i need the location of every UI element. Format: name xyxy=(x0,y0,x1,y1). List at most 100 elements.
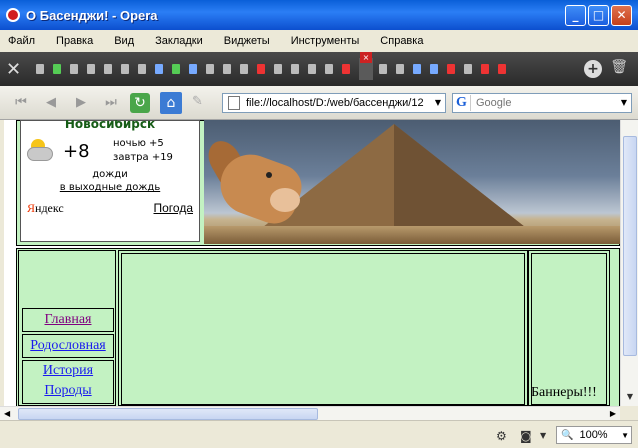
panel-icon[interactable] xyxy=(240,64,248,74)
panel-icon[interactable] xyxy=(413,64,421,74)
menu-bookmarks[interactable]: Закладки xyxy=(155,35,203,47)
rewind-icon[interactable]: ⏮ xyxy=(12,94,30,112)
horizontal-scrollbar[interactable]: ◀ ▶ xyxy=(0,406,620,420)
vertical-scrollbar[interactable]: ▼ xyxy=(620,120,638,406)
panel-icon[interactable] xyxy=(274,64,282,74)
panel-icon[interactable] xyxy=(257,64,265,74)
close-button[interactable]: ✕ xyxy=(611,5,632,26)
close-panel-icon[interactable]: × xyxy=(360,52,372,63)
panel-icon[interactable] xyxy=(379,64,387,74)
menu-tools[interactable]: Инструменты xyxy=(291,35,360,47)
weather-condition: дожди xyxy=(92,169,128,180)
customize-wrench-icon[interactable]: ✕ xyxy=(6,59,28,80)
panel-icon[interactable] xyxy=(172,64,180,74)
search-box[interactable]: G ▼ xyxy=(452,93,632,113)
reload-icon[interactable]: ↻ xyxy=(130,93,150,113)
menu-widgets[interactable]: Виджеты xyxy=(224,35,270,47)
weather-tomorrow: завтра +19 xyxy=(113,152,173,163)
back-icon[interactable]: ◀ xyxy=(42,94,60,112)
address-dropdown-icon[interactable]: ▼ xyxy=(431,94,445,112)
nav-link-history[interactable]: История Породы xyxy=(22,360,114,404)
status-bar: ⚙ ◙ ▼ 🔍 100% ▼ xyxy=(0,420,638,448)
scroll-down-icon[interactable]: ▼ xyxy=(623,390,637,404)
banner-column: Баннеры!!! xyxy=(528,250,610,406)
panel-icon[interactable] xyxy=(430,64,438,74)
panel-icon[interactable] xyxy=(53,64,61,74)
panel-icon[interactable] xyxy=(291,64,299,74)
scroll-right-icon[interactable]: ▶ xyxy=(610,407,616,421)
camera-icon[interactable]: ◙ xyxy=(520,429,532,443)
zoom-level: 100% xyxy=(579,429,608,441)
panel-toolbar: ✕ × + 🗑 xyxy=(0,52,638,86)
turbo-icon[interactable]: ⚙ xyxy=(496,429,507,443)
panel-icon[interactable] xyxy=(396,64,404,74)
search-dropdown-icon[interactable]: ▼ xyxy=(617,94,631,112)
panel-icon[interactable] xyxy=(223,64,231,74)
panel-icon[interactable] xyxy=(481,64,489,74)
fast-forward-icon[interactable]: ⏭ xyxy=(102,94,120,112)
search-input[interactable] xyxy=(476,97,616,109)
menu-help[interactable]: Справка xyxy=(380,35,423,47)
weather-city: Новосибирск xyxy=(64,120,156,131)
zoom-dropdown-icon[interactable]: ▼ xyxy=(621,431,629,440)
weather-night: ночью +5 xyxy=(113,138,164,149)
panel-icon[interactable] xyxy=(155,64,163,74)
weather-temperature: +8 xyxy=(63,140,90,162)
panel-icon[interactable] xyxy=(36,64,44,74)
nav-link-pedigree[interactable]: Родословная xyxy=(22,334,114,358)
panel-icon[interactable] xyxy=(498,64,506,74)
yandex-logo[interactable]: Яндекс xyxy=(27,201,64,216)
trash-icon[interactable]: 🗑 xyxy=(610,59,628,75)
title-bar: О Басенджи! - Opera _ □ ✕ xyxy=(0,0,638,30)
window-title: О Басенджи! - Opera xyxy=(26,7,158,23)
panel-icon[interactable] xyxy=(87,64,95,74)
panel-icon[interactable] xyxy=(325,64,333,74)
maximize-button[interactable]: □ xyxy=(588,5,609,26)
panel-icon[interactable] xyxy=(189,64,197,74)
address-url[interactable]: file://localhost/D:/web/бассенджи/12 xyxy=(246,97,426,109)
weather-forecast: ночью +5 завтра +19 xyxy=(113,137,173,165)
menu-bar: Файл Правка Вид Закладки Виджеты Инструм… xyxy=(0,30,638,52)
panel-icon[interactable] xyxy=(70,64,78,74)
panel-icon[interactable] xyxy=(308,64,316,74)
pyramid-shade-shape xyxy=(394,124,544,242)
panel-icon[interactable] xyxy=(206,64,214,74)
vertical-scroll-thumb[interactable] xyxy=(623,136,637,356)
weather-link[interactable]: Погода xyxy=(154,201,194,215)
web-page: Новосибирск +8 ночью +5 завтра +19 дожди… xyxy=(4,120,620,406)
panel-icon[interactable] xyxy=(104,64,112,74)
weather-temp-row: +8 ночью +5 завтра +19 xyxy=(27,137,193,165)
banners-text: Баннеры!!! xyxy=(531,385,597,400)
content-column xyxy=(118,250,528,406)
page-viewport: Новосибирск +8 ночью +5 завтра +19 дожди… xyxy=(0,120,620,406)
weather-weekend-link[interactable]: в выходные дождь xyxy=(27,182,193,193)
desert-ground xyxy=(204,226,620,244)
weather-widget: Новосибирск +8 ночью +5 завтра +19 дожди… xyxy=(20,120,200,242)
minimize-button[interactable]: _ xyxy=(565,5,586,26)
zoom-control[interactable]: 🔍 100% ▼ xyxy=(556,426,632,444)
menu-edit[interactable]: Правка xyxy=(56,35,93,47)
panel-icon[interactable] xyxy=(138,64,146,74)
horizontal-scroll-thumb[interactable] xyxy=(18,408,318,420)
google-icon[interactable]: G xyxy=(453,95,471,111)
panel-icon[interactable] xyxy=(342,64,350,74)
scroll-left-icon[interactable]: ◀ xyxy=(4,407,10,421)
camera-dropdown-icon[interactable]: ▼ xyxy=(540,431,546,440)
menu-view[interactable]: Вид xyxy=(114,35,134,47)
menu-file[interactable]: Файл xyxy=(8,35,35,47)
opera-logo-icon xyxy=(6,8,20,22)
header-banner-image xyxy=(204,120,620,244)
panel-icon[interactable] xyxy=(464,64,472,74)
forward-icon[interactable]: ▶ xyxy=(72,94,90,112)
add-panel-icon[interactable]: + xyxy=(584,60,602,78)
panel-icon[interactable] xyxy=(447,64,455,74)
magnifier-icon: 🔍 xyxy=(561,429,574,441)
window-controls: _ □ ✕ xyxy=(565,5,632,26)
home-icon[interactable]: ⌂ xyxy=(160,92,182,114)
nav-link-home[interactable]: Главная xyxy=(22,308,114,332)
address-bar[interactable]: file://localhost/D:/web/бассенджи/12 ▼ xyxy=(222,93,446,113)
weather-footer: Яндекс Погода xyxy=(27,201,193,216)
panel-separator: × xyxy=(359,52,373,80)
panel-icon[interactable] xyxy=(121,64,129,74)
edit-pencil-icon[interactable]: ✎ xyxy=(192,94,203,109)
